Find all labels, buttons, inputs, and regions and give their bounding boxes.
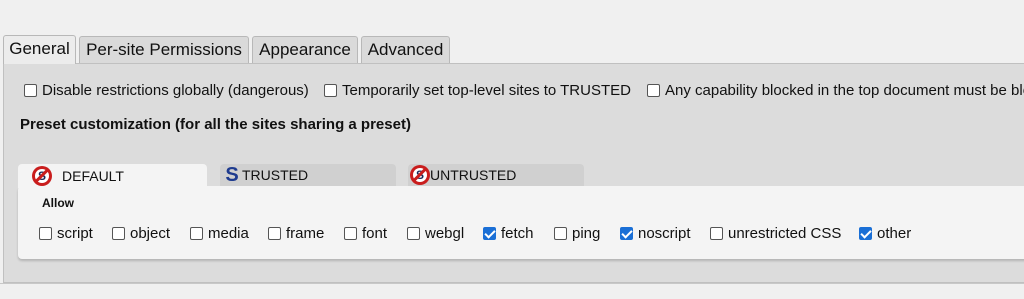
noscript-ban-icon: S xyxy=(32,166,52,186)
noscript-ban-icon: S xyxy=(410,165,430,185)
option-disable-restrictions[interactable]: Disable restrictions globally (dangerous… xyxy=(24,80,309,100)
webgl-checkbox[interactable] xyxy=(407,226,420,240)
preset-permissions-panel: Allow script object media frame font web… xyxy=(18,186,1024,259)
divider xyxy=(0,283,1024,284)
perm-script[interactable]: script xyxy=(39,224,93,242)
object-checkbox[interactable] xyxy=(112,226,125,240)
other-checkbox[interactable] xyxy=(859,226,872,240)
perm-frame[interactable]: frame xyxy=(268,224,324,242)
script-checkbox[interactable] xyxy=(39,226,52,240)
perm-webgl[interactable]: webgl xyxy=(407,224,464,242)
perm-unrestricted-css[interactable]: unrestricted CSS xyxy=(710,224,841,242)
allow-label: Allow xyxy=(42,196,74,210)
perm-other[interactable]: other xyxy=(859,224,911,242)
perm-label: webgl xyxy=(425,224,465,242)
option-temp-trusted[interactable]: Temporarily set top-level sites to TRUST… xyxy=(324,80,631,100)
unrestricted-css-checkbox[interactable] xyxy=(710,226,723,240)
option-label: Temporarily set top-level sites to TRUST… xyxy=(342,81,631,99)
temp-trusted-checkbox[interactable] xyxy=(324,83,337,97)
option-label: Any capability blocked in the top docume… xyxy=(665,81,1024,99)
perm-label: unrestricted CSS xyxy=(728,224,842,242)
tab-per-site-permissions[interactable]: Per-site Permissions xyxy=(79,36,249,64)
ping-checkbox[interactable] xyxy=(554,226,567,240)
tab-advanced[interactable]: Advanced xyxy=(361,36,450,64)
perm-ping[interactable]: ping xyxy=(554,224,600,242)
perm-label: object xyxy=(130,224,171,242)
perm-noscript[interactable]: noscript xyxy=(620,224,691,242)
preset-tab-untrusted[interactable]: S UNTRUSTED xyxy=(408,164,584,186)
cascade-restrictions-checkbox[interactable] xyxy=(647,83,660,97)
perm-label: font xyxy=(362,224,388,242)
perm-label: frame xyxy=(286,224,325,242)
general-panel: Disable restrictions globally (dangerous… xyxy=(3,63,1024,283)
noscript-checkbox[interactable] xyxy=(620,226,633,240)
tab-general[interactable]: General xyxy=(3,35,76,64)
option-cascade-restrictions[interactable]: Any capability blocked in the top docume… xyxy=(647,80,1024,100)
preset-label: DEFAULT xyxy=(62,168,124,184)
preset-tab-trusted[interactable]: S TRUSTED xyxy=(220,164,396,186)
preset-label: TRUSTED xyxy=(242,167,309,183)
perm-fetch[interactable]: fetch xyxy=(483,224,534,242)
option-label: Disable restrictions globally (dangerous… xyxy=(42,81,309,99)
preset-title: Preset customization (for all the sites … xyxy=(20,116,411,133)
perm-label: noscript xyxy=(638,224,691,242)
preset-tab-default[interactable]: S DEFAULT xyxy=(18,164,207,188)
frame-checkbox[interactable] xyxy=(268,226,281,240)
perm-label: other xyxy=(877,224,912,242)
perm-label: media xyxy=(208,224,249,242)
perm-font[interactable]: font xyxy=(344,224,387,242)
perm-media[interactable]: media xyxy=(190,224,249,242)
preset-label: UNTRUSTED xyxy=(430,167,517,183)
tab-appearance[interactable]: Appearance xyxy=(252,36,358,64)
perm-object[interactable]: object xyxy=(112,224,170,242)
perm-label: script xyxy=(57,224,93,242)
perm-label: fetch xyxy=(501,224,534,242)
fetch-checkbox[interactable] xyxy=(483,226,496,240)
media-checkbox[interactable] xyxy=(190,226,203,240)
font-checkbox[interactable] xyxy=(344,226,357,240)
disable-restrictions-checkbox[interactable] xyxy=(24,83,37,97)
perm-label: ping xyxy=(572,224,601,242)
noscript-s-icon: S xyxy=(225,164,239,186)
